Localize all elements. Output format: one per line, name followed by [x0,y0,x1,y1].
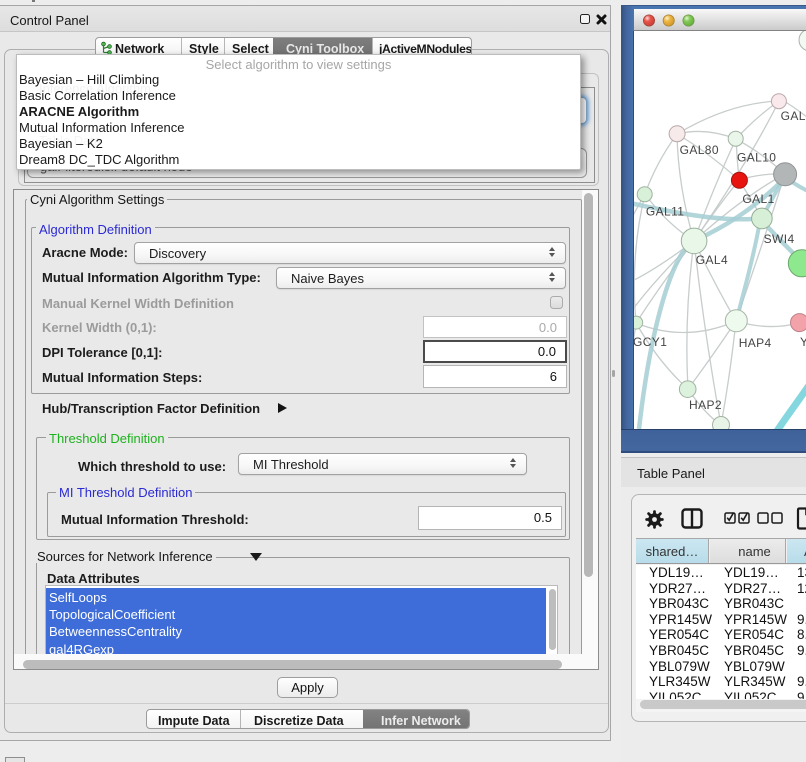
svg-text:HAP2: HAP2 [689,398,722,412]
svg-text:GAL10: GAL10 [737,151,776,165]
svg-text:GAL1: GAL1 [742,192,774,206]
svg-text:GCY1: GCY1 [634,335,667,349]
svg-text:GAL2: GAL2 [781,109,806,123]
svg-text:GAL11: GAL11 [646,205,684,219]
svg-text:SWI4: SWI4 [764,232,795,246]
svg-text:GAL80: GAL80 [680,143,719,157]
svg-text:YJL: YJL [800,335,806,349]
svg-text:GAL4: GAL4 [696,253,728,267]
svg-text:HAP4: HAP4 [739,336,772,350]
